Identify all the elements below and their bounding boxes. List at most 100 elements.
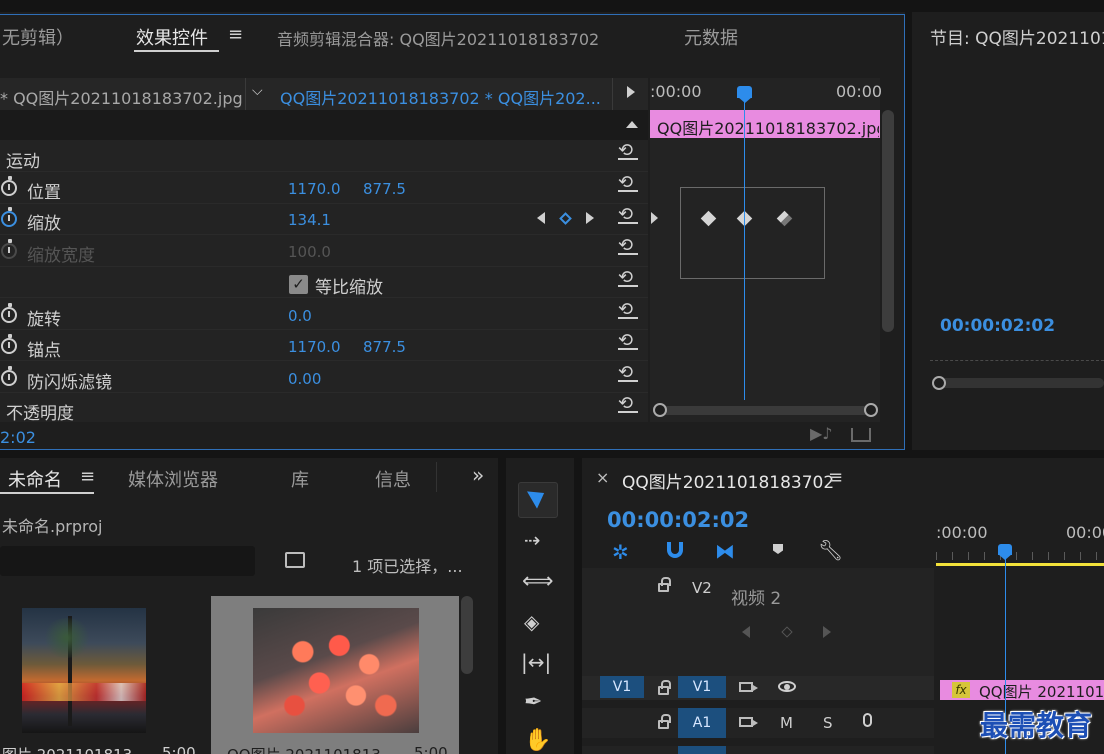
source-sequence-clip[interactable]: QQ图片20211018183702 * QQ图片202... [280, 85, 601, 109]
reset-uniform-icon[interactable]: ⟲ [618, 269, 638, 287]
source-master-clip[interactable]: * QQ图片20211018183702.jpg [0, 85, 243, 109]
reset-scale-icon[interactable]: ⟲ [618, 206, 638, 224]
reset-rotation-icon[interactable]: ⟲ [618, 301, 638, 319]
more-tabs-icon[interactable]: » [472, 463, 484, 487]
track-select-icon[interactable]: ⇢ [524, 528, 541, 552]
v1-sync-icon[interactable] [739, 682, 758, 692]
chevron-down-icon[interactable]: ⌵ [252, 83, 263, 99]
a1-lock-icon[interactable] [658, 714, 671, 729]
a1-mute-button[interactable]: M [780, 714, 793, 732]
hand-icon[interactable]: ✋ [524, 728, 551, 753]
timeline-timecode[interactable]: 00:00:02:02 [607, 508, 749, 532]
anchor-x-value[interactable]: 1170.0 [288, 338, 341, 356]
uniform-scale-checkbox[interactable]: ✓ [289, 275, 308, 294]
v1-track-target[interactable]: V1 [678, 676, 726, 698]
tab-project[interactable]: 未命名 [8, 466, 62, 492]
tab-library[interactable]: 库 [291, 466, 309, 492]
flicker-value[interactable]: 0.00 [288, 370, 321, 388]
rotation-value[interactable]: 0.0 [288, 307, 312, 325]
a1-track-target[interactable]: A1 [678, 708, 726, 738]
v2-lock-icon[interactable] [658, 577, 671, 592]
slip-icon[interactable]: |↔| [521, 650, 551, 674]
anchor-y-value[interactable]: 877.5 [363, 338, 406, 356]
reset-motion-icon[interactable]: ⟲ [618, 142, 638, 160]
project-panel: 未命名 ≡ 媒体浏览器 库 信息 » 未命名.prproj 1 项已选择，...… [0, 458, 498, 754]
v2-prev-keyframe-icon[interactable] [742, 626, 750, 638]
program-monitor: 节目: QQ图片2021101 00:00:02:02 [912, 0, 1104, 450]
tab-metadata[interactable]: 元数据 [684, 24, 738, 50]
project-item-1[interactable]: 图片 2021101813... 5:00 [0, 596, 208, 754]
add-marker-icon[interactable] [773, 544, 783, 554]
position-stopwatch-icon[interactable] [1, 176, 17, 196]
a2-track-target[interactable] [678, 746, 726, 754]
rotation-stopwatch-icon[interactable] [1, 303, 17, 323]
audio-playback-icon[interactable]: ▶♪ [810, 424, 833, 443]
effect-controls-timecode[interactable]: 2:02 [0, 428, 36, 447]
clip-bar-label: QQ图片20211018183702.jpg [657, 119, 879, 138]
flicker-stopwatch-icon[interactable] [1, 366, 17, 386]
v1-eye-icon[interactable] [778, 681, 796, 692]
scroll-handle-left[interactable] [653, 403, 667, 417]
horizontal-scrollbar[interactable] [660, 406, 872, 415]
prev-keyframe-icon[interactable] [537, 212, 545, 224]
anchor-stopwatch-icon[interactable] [1, 334, 17, 354]
top-strip [0, 0, 1104, 12]
tab-menu-icon[interactable]: ≡ [228, 24, 243, 45]
program-timecode[interactable]: 00:00:02:02 [940, 316, 1055, 336]
a1-solo-button[interactable]: S [823, 714, 833, 732]
nest-toggle-icon[interactable]: ✲ [612, 540, 629, 564]
selection-tool-button[interactable] [518, 482, 558, 518]
program-scrollbar[interactable] [940, 378, 1104, 388]
panel-gutter-vertical [905, 12, 912, 458]
v1-lock-icon[interactable] [658, 680, 671, 695]
project-search-input[interactable] [0, 546, 255, 576]
scale-value[interactable]: 134.1 [288, 211, 331, 229]
a1-sync-icon[interactable] [739, 717, 758, 727]
sequence-tab-menu-icon[interactable]: ≡ [828, 467, 843, 488]
vertical-scrollbar[interactable] [882, 110, 894, 332]
reset-position-icon[interactable]: ⟲ [618, 174, 638, 192]
v1-source-patch[interactable]: V1 [600, 676, 644, 698]
wrench-icon[interactable]: 🔧︎ [818, 538, 843, 562]
pen-icon[interactable]: ✒ [524, 690, 542, 715]
program-viewer [912, 60, 1104, 300]
ruler-start-label: :00:00 [936, 523, 988, 542]
a1-mic-icon[interactable] [863, 713, 872, 727]
collapse-up-icon[interactable] [626, 121, 638, 128]
position-x-value[interactable]: 1170.0 [288, 180, 341, 198]
project-tab-menu-icon[interactable]: ≡ [80, 466, 95, 487]
timeline-close-icon[interactable]: × [596, 468, 609, 487]
linked-selection-icon[interactable]: ⧓ [715, 539, 735, 563]
v2-next-keyframe-icon[interactable] [823, 626, 831, 638]
reset-flicker-icon[interactable]: ⟲ [618, 364, 638, 382]
find-icon[interactable] [285, 552, 305, 568]
reset-anchor-icon[interactable]: ⟲ [618, 332, 638, 350]
export-icon[interactable] [851, 428, 871, 442]
program-title[interactable]: 节目: QQ图片2021101 [930, 24, 1104, 49]
tab-effect-controls[interactable]: 效果控件 [136, 24, 208, 50]
program-scroll-handle[interactable] [932, 376, 946, 390]
tab-info[interactable]: 信息 [375, 466, 411, 492]
reset-scale-width-icon[interactable]: ⟲ [618, 237, 638, 255]
tab-no-clip[interactable]: 无剪辑） [2, 24, 74, 50]
next-keyframe-icon[interactable] [586, 212, 594, 224]
sequence-tab-title[interactable]: QQ图片20211018183702 [622, 468, 834, 493]
scroll-handle-right[interactable] [864, 403, 878, 417]
section-opacity[interactable]: 不透明度 [6, 399, 74, 424]
position-y-value[interactable]: 877.5 [363, 180, 406, 198]
ripple-edit-icon[interactable]: ⟺ [522, 569, 554, 594]
uniform-scale-label: 等比缩放 [315, 278, 383, 298]
tab-audio-mixer[interactable]: 音频剪辑混合器: QQ图片20211018183702 [277, 26, 599, 50]
rotation-label: 旋转 [27, 310, 61, 330]
scale-stopwatch-icon[interactable] [1, 207, 17, 227]
expand-timeline-icon[interactable] [627, 86, 635, 98]
tab-media-browser[interactable]: 媒体浏览器 [128, 466, 218, 492]
project-scrollbar[interactable] [461, 596, 473, 674]
reset-opacity-icon[interactable]: ⟲ [618, 395, 638, 413]
project-item-2[interactable]: QQ图片 2021101813... 5:00 [211, 596, 459, 754]
snap-magnet-icon[interactable] [667, 542, 683, 558]
keyframe-box [680, 187, 825, 279]
section-motion[interactable]: 运动 [6, 147, 40, 172]
v1-clip-fx-badge[interactable]: fx [952, 682, 970, 698]
razor-icon[interactable]: ◈ [524, 610, 539, 634]
